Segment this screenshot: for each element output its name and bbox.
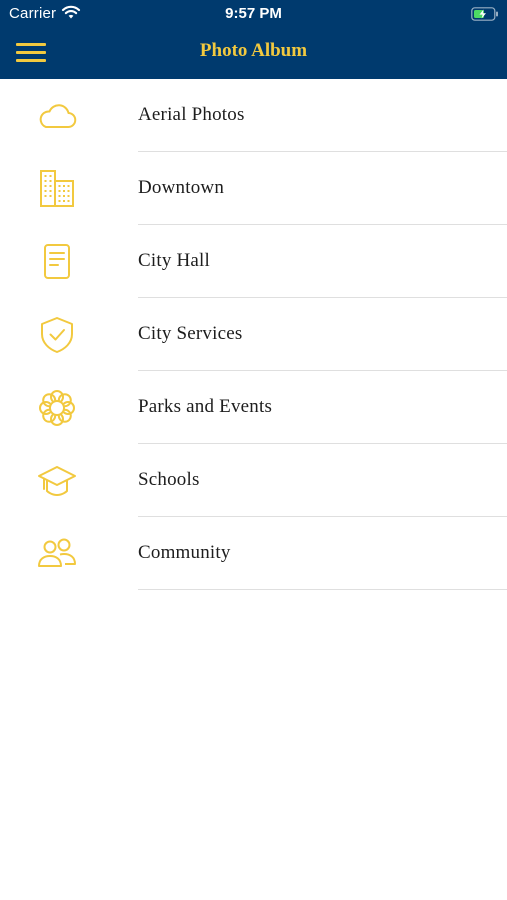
list-item-label: City Services [138,323,243,344]
list-item-label: Aerial Photos [138,104,245,125]
list-item-city-hall[interactable]: City Hall [0,225,507,298]
list-item-label: Community [138,542,231,563]
list-item-city-services[interactable]: City Services [0,298,507,371]
status-bar: Carrier 9:57 PM [0,0,507,28]
row-divider [138,589,507,590]
list-item-community[interactable]: Community [0,517,507,590]
top-bar: Carrier 9:57 PM Photo Album [0,0,507,79]
shield-check-icon [36,316,78,354]
battery-charging-icon [471,7,499,21]
list-item-parks-and-events[interactable]: Parks and Events [0,371,507,444]
list-item-label: City Hall [138,250,210,271]
navigation-bar: Photo Album [0,28,507,79]
graduation-cap-icon [36,462,78,500]
cloud-icon [36,97,78,135]
document-icon [36,243,78,281]
building-icon [36,170,78,208]
list-item-label: Downtown [138,177,225,198]
list-item-schools[interactable]: Schools [0,444,507,517]
status-time: 9:57 PM [225,5,282,22]
album-list: Aerial Photos Downtown City Hall City Se… [0,79,507,590]
list-item-downtown[interactable]: Downtown [0,152,507,225]
page-title: Photo Album [199,40,308,61]
list-item-label: Schools [138,469,200,490]
list-item-aerial-photos[interactable]: Aerial Photos [0,79,507,152]
people-icon [36,535,78,573]
flower-icon [36,389,78,427]
list-item-label: Parks and Events [138,396,273,417]
